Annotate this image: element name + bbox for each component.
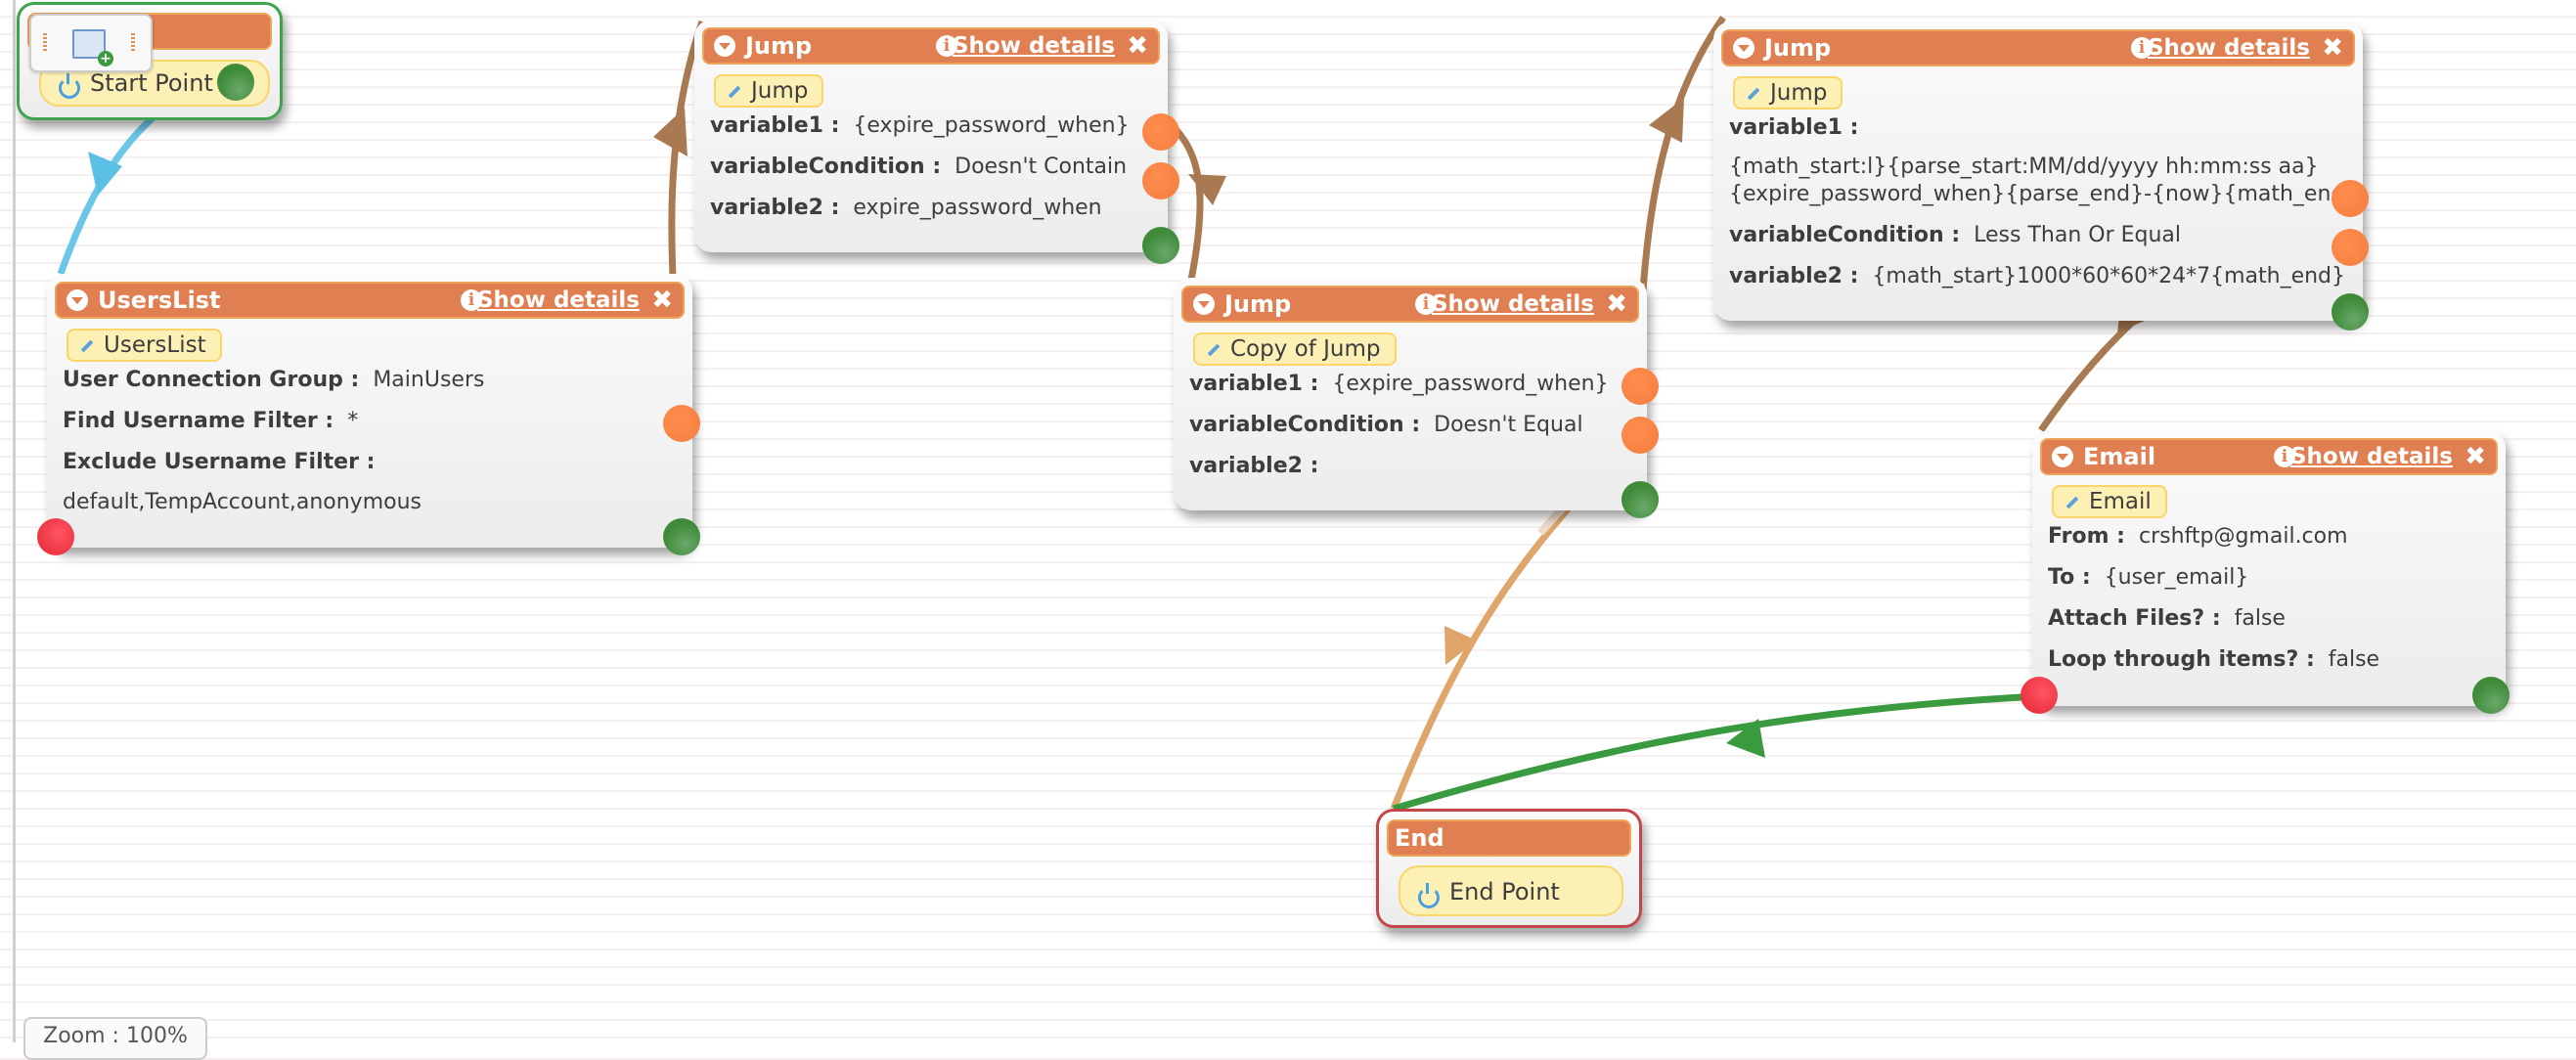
node-title: UsersList [98,287,221,314]
zoom-indicator: Zoom : 100% [23,1017,207,1060]
node-name-tag[interactable]: Email [2052,485,2167,518]
close-icon[interactable]: ✖ [651,284,673,317]
output-port[interactable] [1142,162,1179,199]
field-row: variable2 : [1189,454,1319,478]
success-port[interactable] [1142,227,1179,264]
canvas-left-border [13,0,16,1042]
power-icon [59,73,80,99]
field-row: {expire_password_when}{parse_end}-{now}{… [1729,182,2359,206]
node-header[interactable]: Jump i Show details ✖ [702,27,1160,65]
field-row: variable1 : {expire_password_when} [710,113,1130,138]
pencil-icon [728,85,741,98]
close-icon[interactable]: ✖ [1606,287,1627,321]
collapse-icon[interactable] [1733,37,1754,59]
field-row: default,TempAccount,anonymous [63,490,422,514]
pencil-icon [2065,496,2079,508]
add-form-icon[interactable] [72,29,113,66]
field-row: variableCondition : Doesn't Contain [710,155,1128,179]
node-jump-date[interactable]: Jump i Show details ✖ Jump variable1 : {… [1713,22,2369,331]
show-details-link[interactable]: Show details [477,284,640,317]
output-port[interactable] [2332,229,2369,266]
field-row: variable1 : {expire_password_when} [1189,372,1609,396]
collapse-icon[interactable] [2052,446,2073,467]
wire-arrow-email-end [1726,719,1765,758]
error-port[interactable] [37,518,74,555]
node-jump[interactable]: Jump i Show details ✖ Jump variable1 : {… [694,20,1179,264]
node-email[interactable]: Email i Show details ✖ Email From : crsh… [2021,430,2509,714]
wire-arrow-jump3 [1649,98,1684,143]
wire-arrow-jump1 [653,108,688,156]
output-port[interactable] [1142,113,1179,151]
wire-arrow-start [88,152,122,196]
field-row: variable2 : expire_password_when [710,196,1102,220]
pencil-icon [80,339,94,352]
wire-arrow-copy [1188,174,1226,205]
pencil-icon [1747,87,1760,100]
close-icon[interactable]: ✖ [2322,31,2343,65]
show-details-link[interactable]: Show details [2148,31,2310,65]
show-details-link[interactable]: Show details [2290,440,2453,473]
field-row: To : {user_email} [2048,565,2249,590]
node-name-tag[interactable]: UsersList [67,329,222,362]
node-header[interactable]: Email i Show details ✖ [2040,438,2498,475]
wire-arrow-end [1444,626,1477,665]
collapse-icon[interactable] [1193,293,1215,315]
end-point-pill[interactable]: End Point [1399,865,1623,916]
node-header[interactable]: Jump i Show details ✖ [1721,29,2355,66]
field-row: variable1 : [1729,115,1859,140]
end-point-label: End Point [1449,878,1560,905]
node-title: Jump [745,32,813,60]
node-name-tag[interactable]: Copy of Jump [1193,332,1397,366]
node-userslist[interactable]: UsersList i Show details ✖ UsersList Use… [37,274,700,555]
output-port[interactable] [1621,417,1659,454]
field-row: From : crshftp@gmail.com [2048,524,2348,549]
end-node-header[interactable]: End [1387,819,1631,857]
node-name-tag[interactable]: Jump [714,74,824,108]
node-copy-of-jump[interactable]: Jump i Show details ✖ Copy of Jump varia… [1174,278,1659,518]
start-output-port[interactable] [217,64,254,101]
wire-email-to-end[interactable] [1393,692,2040,813]
field-row: variableCondition : Less Than Or Equal [1729,223,2182,247]
drag-handle-right[interactable] [131,33,135,51]
field-row: {math_start:l}{parse_start:MM/dd/yyyy hh… [1729,155,2319,179]
field-row: variableCondition : Doesn't Equal [1189,413,1583,437]
output-port[interactable] [663,405,700,442]
close-icon[interactable]: ✖ [1127,29,1148,63]
field-row: Exclude Username Filter : [63,450,376,474]
drag-handle-left[interactable] [43,33,47,51]
node-name-tag[interactable]: Jump [1733,76,1843,110]
node-title: Jump [1224,290,1292,318]
output-port[interactable] [1621,368,1659,405]
node-title: Email [2083,443,2156,470]
end-node[interactable]: End End Point [1376,809,1642,928]
power-icon [1418,883,1440,908]
collapse-icon[interactable] [67,289,88,311]
output-port[interactable] [2332,180,2369,217]
success-port[interactable] [663,518,700,555]
node-header[interactable]: Jump i Show details ✖ [1181,286,1639,323]
show-details-link[interactable]: Show details [1432,287,1594,321]
field-row: Attach Files? : false [2048,606,2286,631]
start-point-label: Start Point [90,69,213,97]
error-port[interactable] [2021,677,2058,714]
show-details-link[interactable]: Show details [953,29,1115,63]
node-header[interactable]: UsersList i Show details ✖ [55,282,685,319]
collapse-icon[interactable] [714,35,735,57]
node-title: Jump [1764,34,1832,62]
success-port[interactable] [1621,481,1659,518]
toolbox[interactable] [29,14,153,72]
success-port[interactable] [2472,677,2509,714]
close-icon[interactable]: ✖ [2465,440,2486,473]
pencil-icon [1207,343,1221,356]
wire-copy-to-jump3[interactable] [1634,15,1726,388]
field-row: variable2 : {math_start}1000*60*60*24*7{… [1729,264,2346,288]
success-port[interactable] [2332,293,2369,331]
field-row: Loop through items? : false [2048,647,2380,672]
field-row: User Connection Group : MainUsers [63,368,485,392]
field-row: Find Username Filter : * [63,409,359,433]
